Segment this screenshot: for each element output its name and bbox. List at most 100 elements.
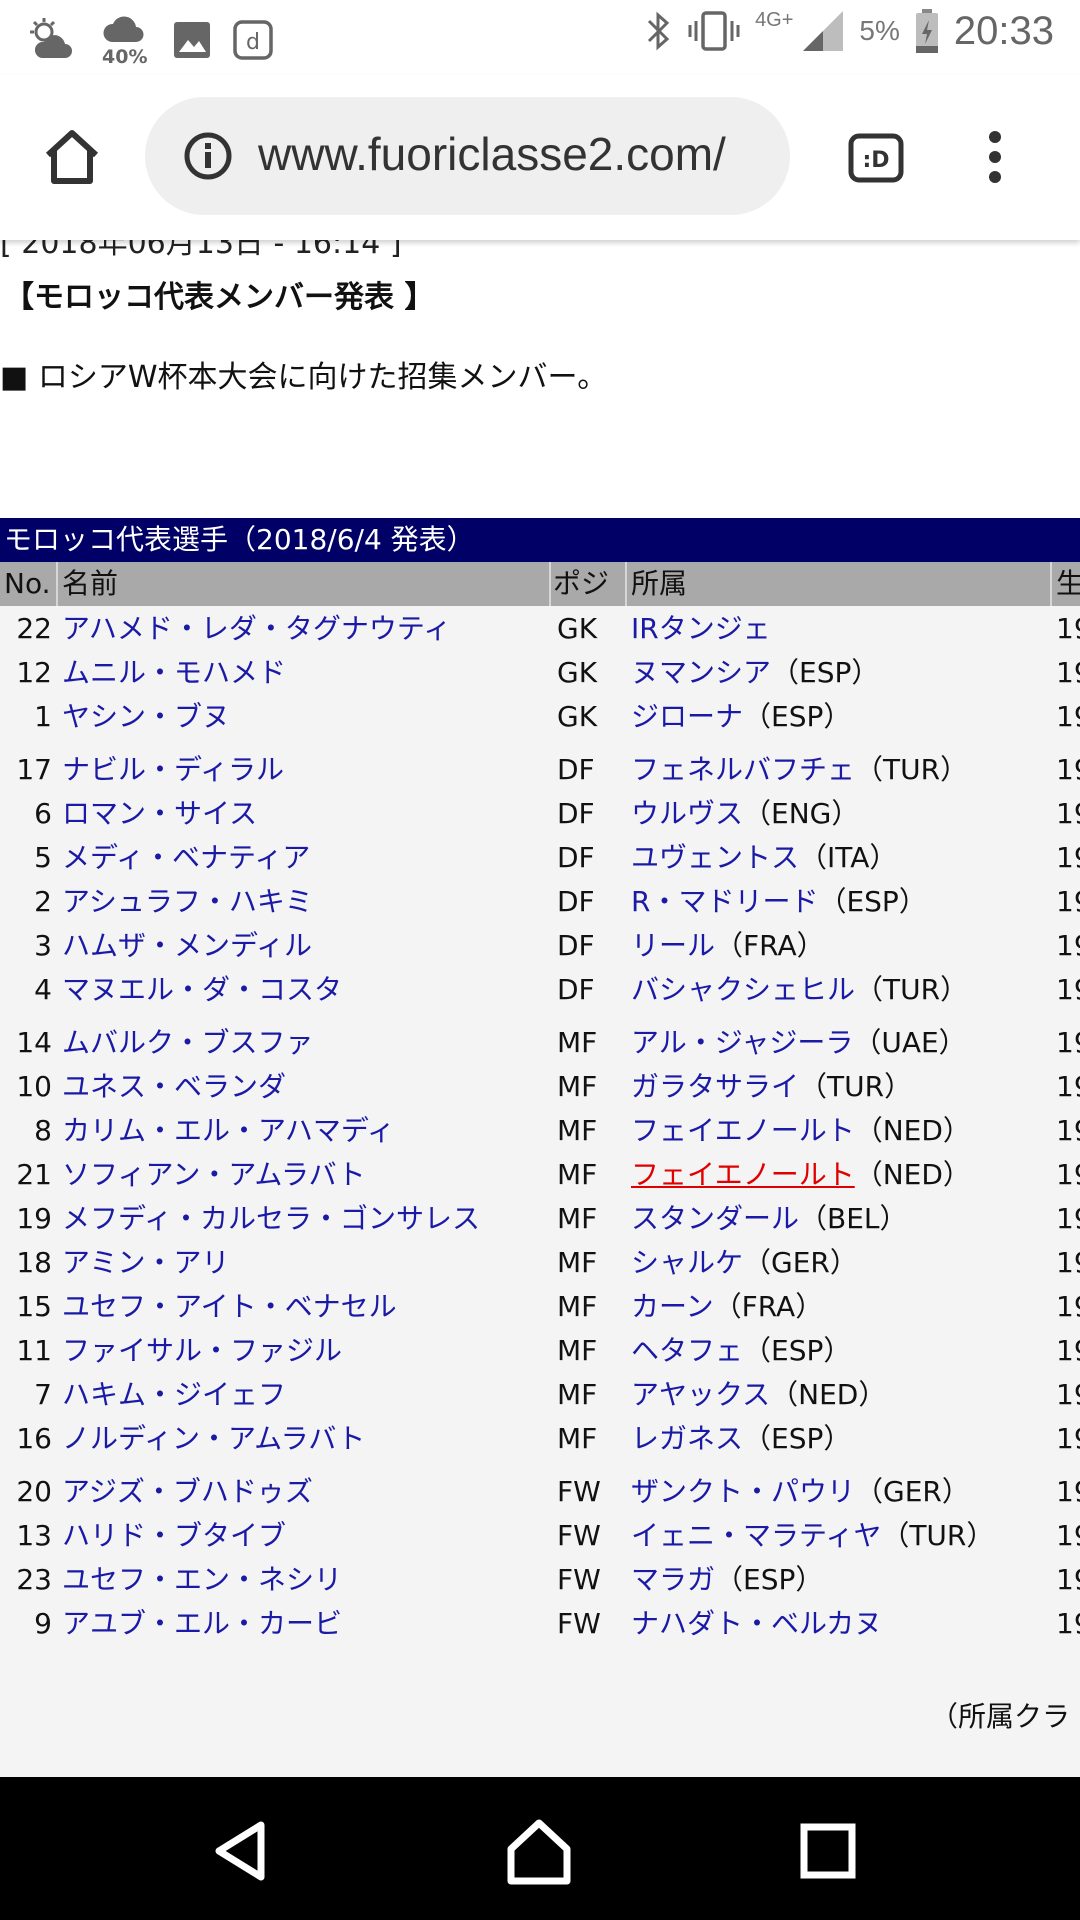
club-link[interactable]: R・マドリード — [631, 885, 818, 918]
battery-icon — [914, 8, 940, 54]
player-club: ユヴェントス（ITA） — [631, 836, 897, 880]
home-nav-icon[interactable] — [503, 1815, 575, 1887]
player-name-link[interactable]: アシュラフ・ハキミ — [62, 880, 313, 924]
club-link[interactable]: IRタンジェ — [631, 612, 771, 645]
player-name-link[interactable]: ムバルク・ブスファ — [62, 1021, 313, 1065]
player-name-link[interactable]: ナビル・ディラル — [62, 748, 284, 792]
player-name-link[interactable]: ユネス・ベランダ — [62, 1065, 286, 1109]
club-link[interactable]: ナハダト・ベルカヌ — [631, 1607, 882, 1640]
player-number: 13 — [16, 1519, 52, 1552]
header-no: No. — [4, 567, 51, 600]
club-link[interactable]: ウルヴス — [631, 797, 743, 830]
club-link[interactable]: フェネルバフチェ — [631, 753, 855, 786]
club-link[interactable]: カーン — [631, 1290, 714, 1323]
player-position: MF — [557, 1378, 598, 1411]
club-link[interactable]: アヤックス — [631, 1378, 770, 1411]
club-link[interactable]: スタンダール — [631, 1202, 799, 1235]
club-link[interactable]: レガネス — [631, 1422, 743, 1455]
player-name-link[interactable]: アユブ・エル・カービ — [62, 1602, 342, 1646]
player-name-link[interactable]: アミン・アリ — [62, 1241, 229, 1285]
player-club: ヌマンシア（ESP） — [631, 651, 879, 695]
club-country: （ESP） — [743, 1334, 852, 1367]
player-club: バシャクシェヒル（TUR） — [631, 968, 968, 1012]
table-row: 23 ユセフ・エン・ネシリ FW マラガ（ESP） 19 — [0, 1558, 1080, 1602]
url-bar[interactable]: www.fuoriclasse2.com/ — [145, 97, 790, 215]
club-link[interactable]: バシャクシェヒル — [631, 973, 855, 1006]
table-row: 2 アシュラフ・ハキミ DF R・マドリード（ESP） 19 — [0, 880, 1080, 924]
player-name-link[interactable]: アジズ・ブハドゥズ — [62, 1470, 313, 1514]
club-country: （ESP） — [818, 885, 927, 918]
player-name-link[interactable]: ソフィアン・アムラバト — [62, 1153, 366, 1197]
player-born: 19 — [1056, 1026, 1080, 1059]
recents-icon[interactable] — [792, 1815, 864, 1887]
article-date: [ 2018年06月13日 - 16:14 ] — [0, 240, 402, 261]
table-row: 18 アミン・アリ MF シャルケ（GER） 19 — [0, 1241, 1080, 1285]
player-position: FW — [557, 1475, 601, 1508]
back-icon[interactable] — [205, 1815, 277, 1887]
player-club: イェニ・マラティヤ（TUR） — [631, 1514, 994, 1558]
more-vert-icon[interactable] — [980, 127, 1010, 187]
club-country: （GER） — [855, 1475, 970, 1508]
club-link[interactable]: イェニ・マラティヤ — [631, 1519, 881, 1552]
club-link[interactable]: ザンクト・パウリ — [631, 1475, 855, 1508]
club-link[interactable]: ジローナ — [631, 700, 743, 733]
player-position: FW — [557, 1563, 601, 1596]
player-name-link[interactable]: ファイサル・ファジル — [62, 1329, 342, 1373]
home-icon[interactable] — [40, 125, 104, 189]
player-name-link[interactable]: ユセフ・アイト・ベナセル — [62, 1285, 397, 1329]
header-divider — [549, 562, 551, 606]
player-name-link[interactable]: カリム・エル・アハマディ — [62, 1109, 395, 1153]
info-icon[interactable] — [183, 131, 233, 181]
player-club: カーン（FRA） — [631, 1285, 823, 1329]
player-born: 19 — [1056, 1070, 1080, 1103]
svg-text:d: d — [246, 30, 260, 55]
player-name-link[interactable]: ハムザ・メンディル — [62, 924, 312, 968]
player-number: 18 — [16, 1246, 52, 1279]
player-name-link[interactable]: ヤシン・ブヌ — [62, 695, 230, 739]
header-pos: ポジ — [553, 567, 610, 600]
header-born: 生 — [1056, 567, 1080, 600]
player-position: MF — [557, 1026, 598, 1059]
player-born: 19 — [1056, 973, 1080, 1006]
player-name-link[interactable]: メディ・ベナティア — [62, 836, 310, 880]
club-link[interactable]: マラガ — [631, 1563, 715, 1596]
club-link[interactable]: ヌマンシア — [631, 656, 771, 689]
header-name: 名前 — [62, 567, 119, 600]
player-number: 7 — [34, 1378, 52, 1411]
player-position: MF — [557, 1246, 598, 1279]
club-link[interactable]: ヘタフェ — [631, 1334, 743, 1367]
player-name-link[interactable]: ロマン・サイス — [62, 792, 257, 836]
signal-icon — [801, 9, 845, 53]
club-link[interactable]: シャルケ — [631, 1246, 743, 1279]
image-icon — [172, 20, 212, 60]
player-born: 19 — [1056, 929, 1080, 962]
tab-switcher-icon[interactable]: :D — [848, 133, 904, 183]
table-row: 3 ハムザ・メンディル DF リール（FRA） 19 — [0, 924, 1080, 968]
club-link[interactable]: ユヴェントス — [631, 841, 799, 874]
player-born: 19 — [1056, 612, 1080, 645]
player-name-link[interactable]: ムニル・モハメド — [62, 651, 286, 695]
player-number: 3 — [34, 929, 52, 962]
player-name-link[interactable]: ノルディン・アムラバト — [62, 1417, 365, 1461]
url-text[interactable]: www.fuoriclasse2.com/ — [258, 127, 726, 181]
table-row: 22 アハメド・レダ・タグナウティ GK IRタンジェ 19 — [0, 607, 1080, 651]
club-link[interactable]: アル・ジャジーラ — [631, 1026, 853, 1059]
player-born: 19 — [1056, 700, 1080, 733]
table-row: 4 マヌエル・ダ・コスタ DF バシャクシェヒル（TUR） 19 — [0, 968, 1080, 1012]
player-name-link[interactable]: アハメド・レダ・タグナウティ — [62, 607, 451, 651]
club-country: （FRA） — [713, 1290, 824, 1323]
club-link[interactable]: フェイエノールト — [631, 1158, 855, 1191]
club-link[interactable]: フェイエノールト — [631, 1114, 855, 1147]
club-link[interactable]: ガラタサライ — [631, 1070, 799, 1103]
player-name-link[interactable]: ハリド・ブタイブ — [62, 1514, 286, 1558]
player-name-link[interactable]: ユセフ・エン・ネシリ — [62, 1558, 342, 1602]
table-row: 12 ムニル・モハメド GK ヌマンシア（ESP） 19 — [0, 651, 1080, 695]
player-position: FW — [557, 1519, 601, 1552]
player-name-link[interactable]: メフディ・カルセラ・ゴンサレス — [62, 1197, 480, 1241]
club-link[interactable]: リール — [631, 929, 715, 962]
player-born: 19 — [1056, 1475, 1080, 1508]
player-club: ガラタサライ（TUR） — [631, 1065, 912, 1109]
player-name-link[interactable]: ハキム・ジイェフ — [62, 1373, 286, 1417]
table-row: 7 ハキム・ジイェフ MF アヤックス（NED） 19 — [0, 1373, 1080, 1417]
player-name-link[interactable]: マヌエル・ダ・コスタ — [62, 968, 342, 1012]
